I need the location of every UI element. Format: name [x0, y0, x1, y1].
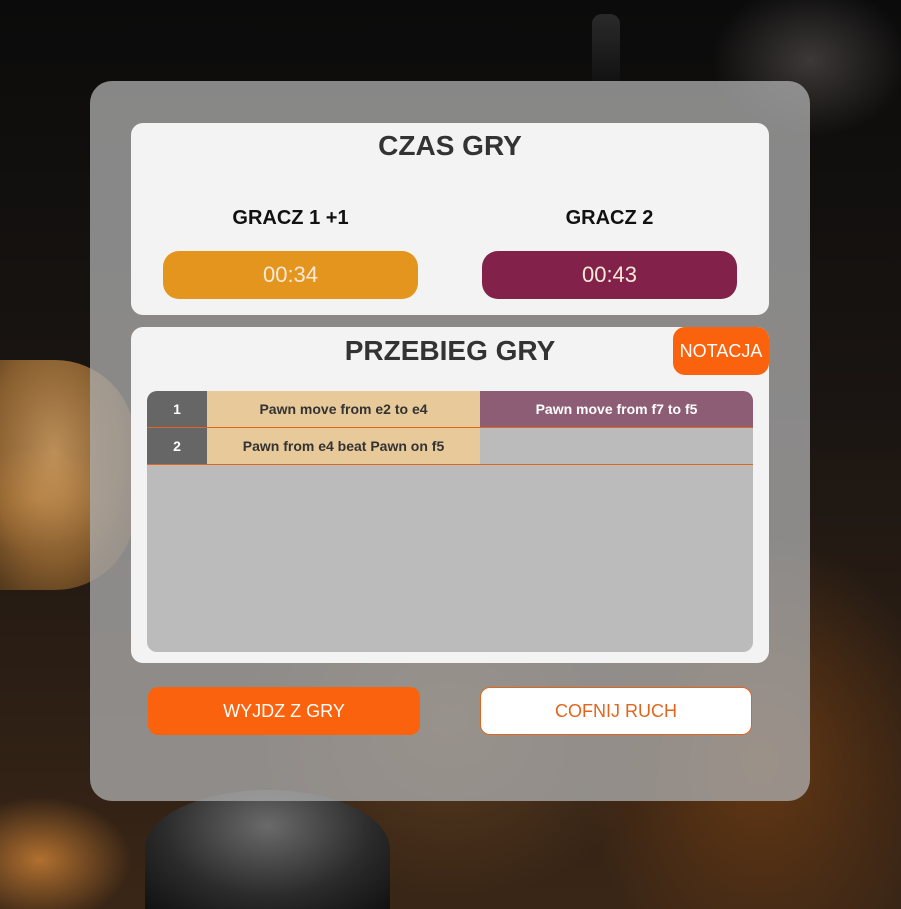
background-chess-piece — [145, 790, 390, 909]
game-time-card: CZAS GRY GRACZ 1 +1 GRACZ 2 00:34 00:43 — [131, 123, 769, 315]
player-1-timer: 00:34 — [163, 251, 418, 299]
background-chess-piece — [592, 14, 620, 84]
game-history-card: PRZEBIEG GRY NOTACJA 1 Pawn move from e2… — [131, 327, 769, 663]
game-time-title: CZAS GRY — [378, 130, 522, 161]
player-1-name: GRACZ 1 +1 — [232, 207, 349, 229]
player-2-name: GRACZ 2 — [565, 207, 654, 229]
undo-move-button[interactable]: COFNIJ RUCH — [480, 687, 752, 735]
move-row: 2 Pawn from e4 beat Pawn on f5 — [147, 428, 753, 465]
black-move — [480, 428, 753, 464]
white-move: Pawn from e4 beat Pawn on f5 — [207, 428, 480, 464]
move-number: 2 — [147, 428, 207, 464]
player-2-timer: 00:43 — [482, 251, 737, 299]
black-move: Pawn move from f7 to f5 — [480, 391, 753, 427]
white-move: Pawn move from e2 to e4 — [207, 391, 480, 427]
move-row: 1 Pawn move from e2 to e4 Pawn move from… — [147, 391, 753, 428]
exit-game-button[interactable]: WYJDZ Z GRY — [148, 687, 420, 735]
game-panel: CZAS GRY GRACZ 1 +1 GRACZ 2 00:34 00:43 … — [90, 81, 810, 801]
notation-button[interactable]: NOTACJA — [673, 327, 769, 375]
moves-table[interactable]: 1 Pawn move from e2 to e4 Pawn move from… — [147, 391, 753, 652]
move-number: 1 — [147, 391, 207, 427]
